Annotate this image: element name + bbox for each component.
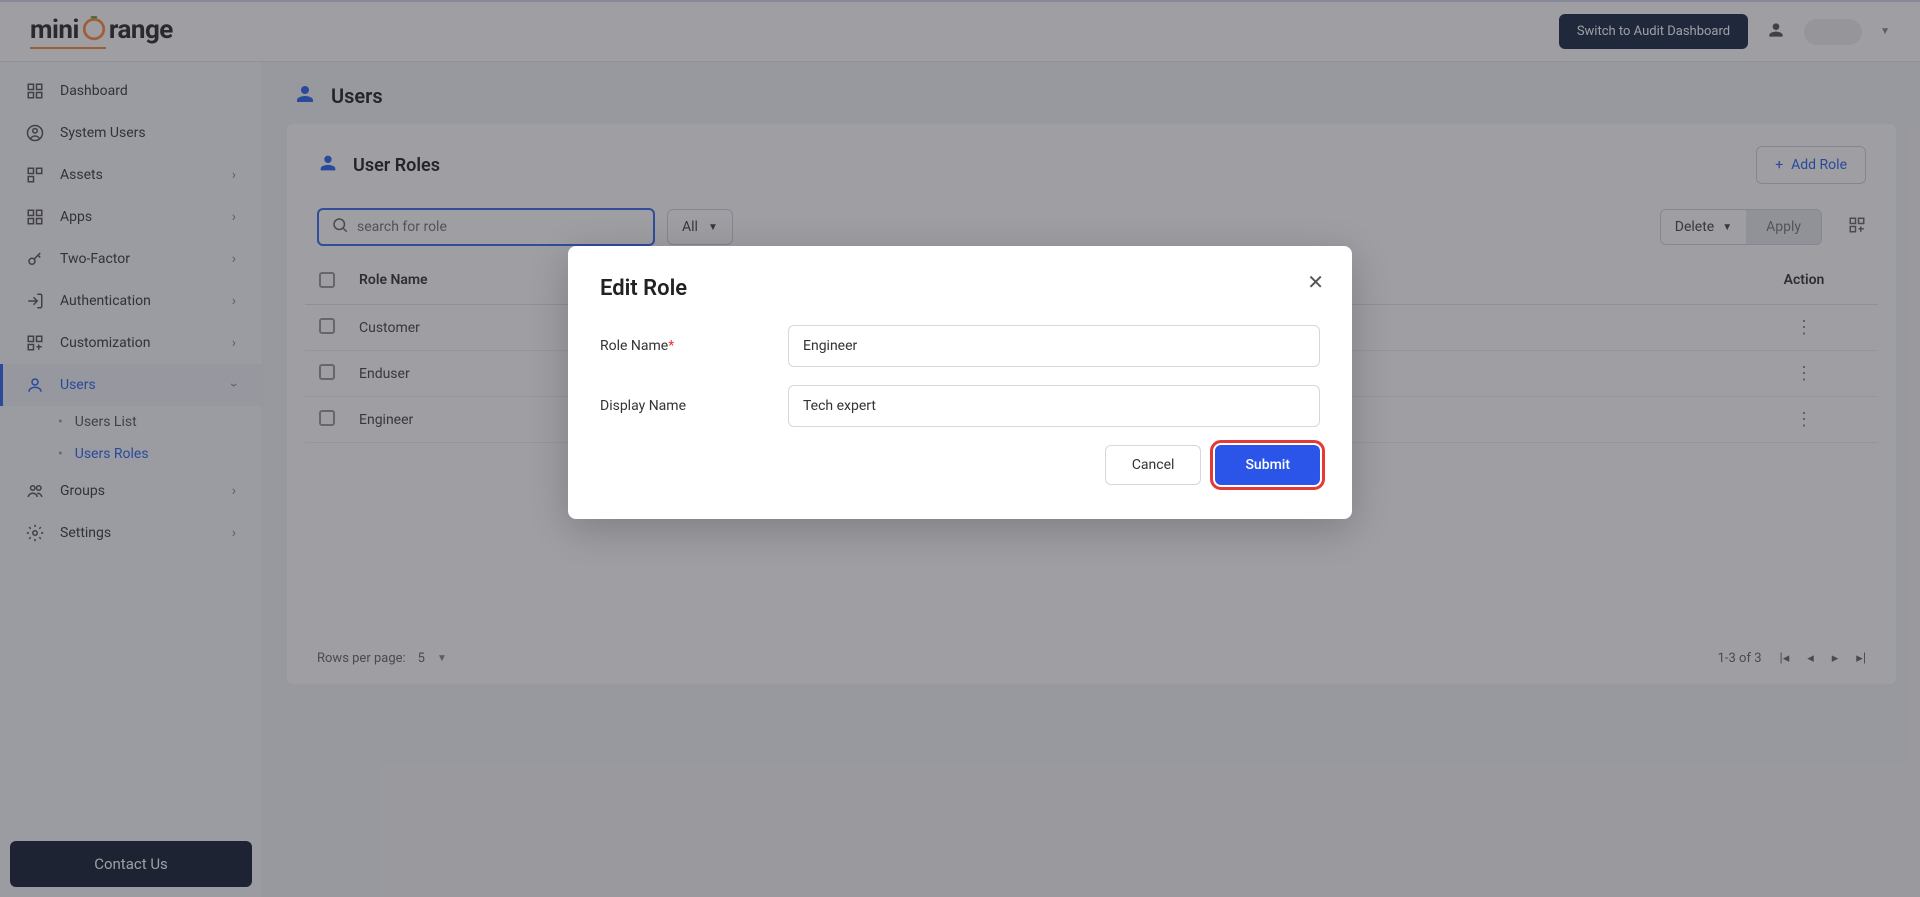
edit-role-modal: Edit Role ✕ Role Name* Display Name Canc… [568, 246, 1352, 519]
close-icon[interactable]: ✕ [1307, 270, 1324, 294]
modal-title: Edit Role [600, 276, 1320, 301]
role-name-label: Role Name* [600, 338, 764, 354]
role-name-input[interactable] [788, 325, 1320, 367]
display-name-label: Display Name [600, 398, 764, 414]
modal-overlay[interactable]: Edit Role ✕ Role Name* Display Name Canc… [0, 0, 1920, 897]
submit-button[interactable]: Submit [1215, 445, 1320, 485]
display-name-input[interactable] [788, 385, 1320, 427]
cancel-button[interactable]: Cancel [1105, 445, 1202, 485]
